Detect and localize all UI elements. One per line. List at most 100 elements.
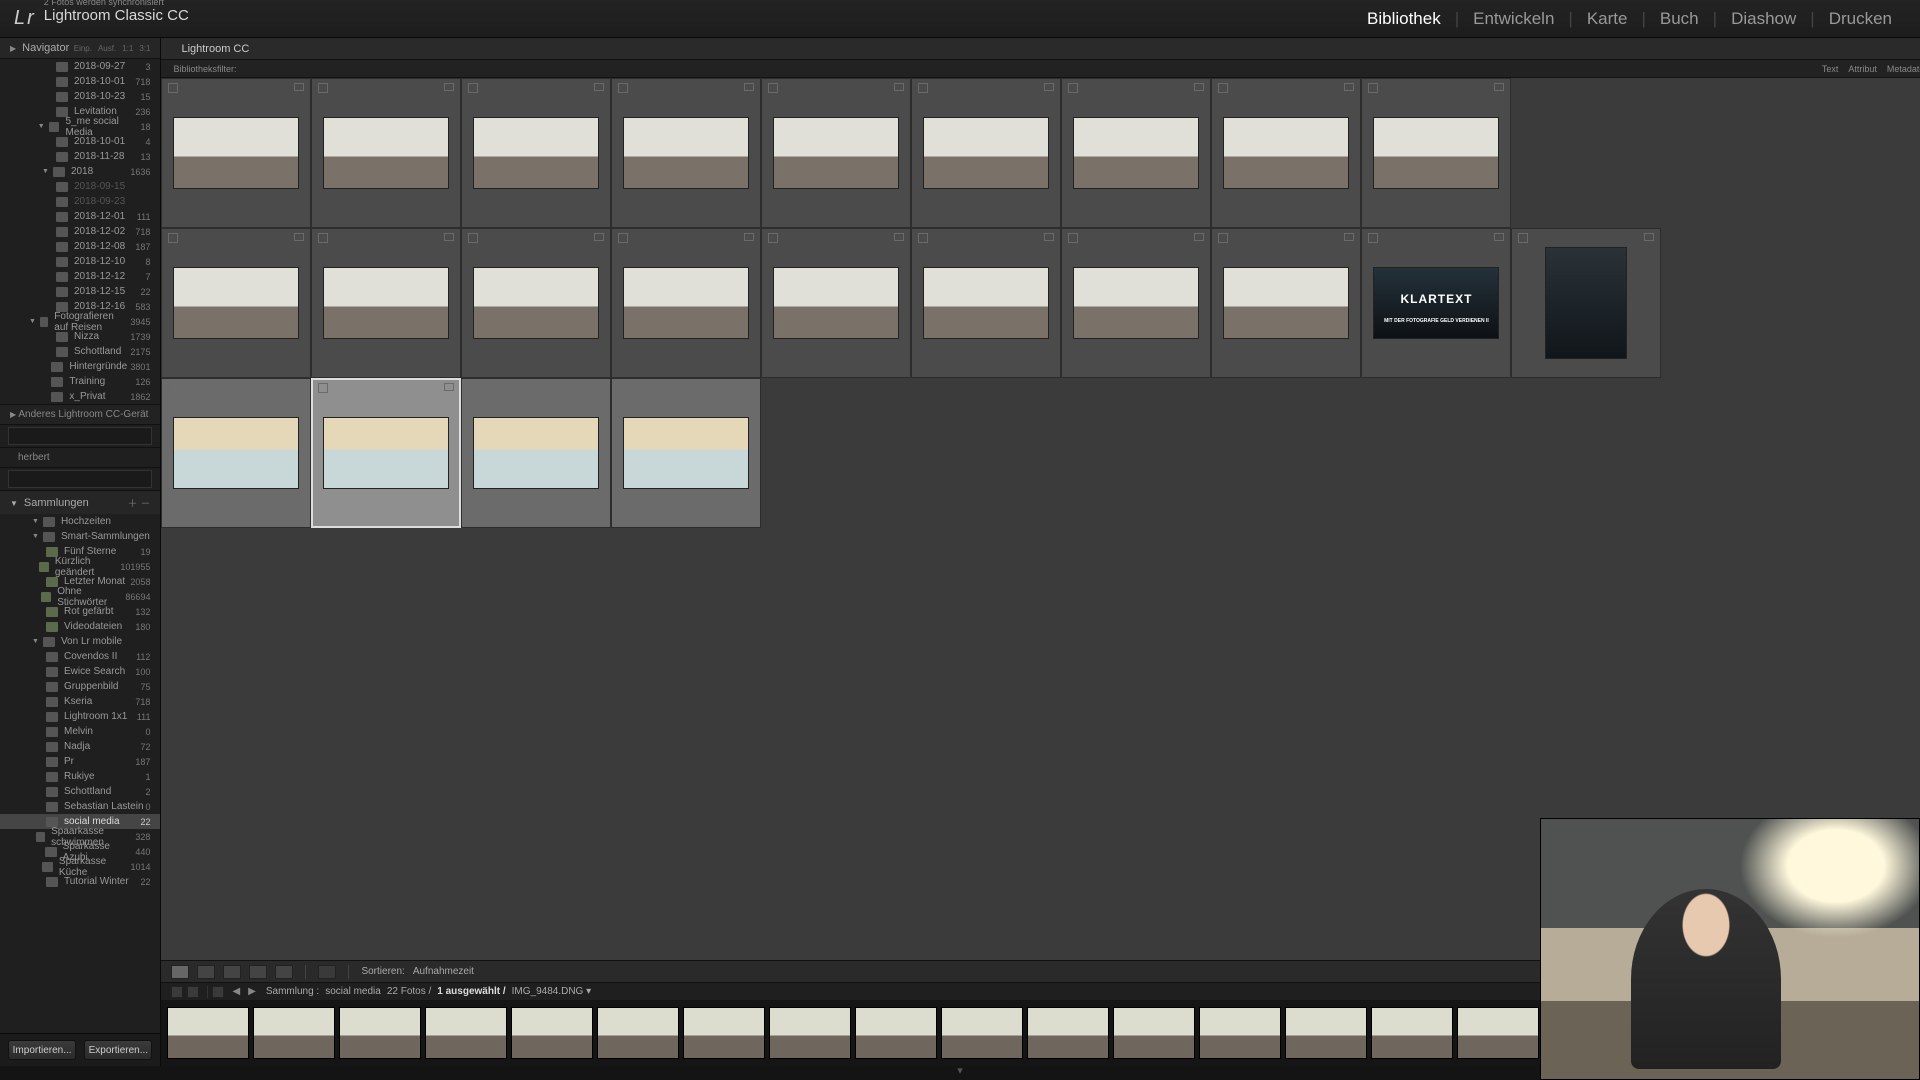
filmstrip-thumb[interactable] xyxy=(1199,1007,1281,1059)
module-develop[interactable]: Entwickeln xyxy=(1459,9,1568,29)
collection-row[interactable]: ▼Von Lr mobile xyxy=(0,634,160,649)
grid-cell[interactable] xyxy=(611,378,761,528)
grid-cell[interactable] xyxy=(1361,78,1511,228)
info-collection-name[interactable]: social media xyxy=(325,986,381,997)
collection-row[interactable]: Videodateien180 xyxy=(0,619,160,634)
view-people-button[interactable] xyxy=(275,965,293,979)
search-input[interactable] xyxy=(8,427,152,445)
breadcrumb[interactable]: Lightroom CC xyxy=(181,43,249,55)
disclosure-icon[interactable] xyxy=(10,497,18,509)
folder-row[interactable]: ▶Training126 xyxy=(0,374,160,389)
filmstrip-thumb[interactable] xyxy=(425,1007,507,1059)
collection-row[interactable]: Lightroom 1x1111 xyxy=(0,709,160,724)
collection-row[interactable]: Nadja72 xyxy=(0,739,160,754)
herbert-row[interactable]: herbert xyxy=(0,447,160,468)
grid-cell[interactable] xyxy=(161,378,311,528)
folder-row[interactable]: 2018-12-108 xyxy=(0,254,160,269)
folder-row[interactable]: 2018-12-08187 xyxy=(0,239,160,254)
filmstrip-thumb[interactable] xyxy=(1371,1007,1453,1059)
other-device-header[interactable]: Anderes Lightroom CC-Gerät xyxy=(0,404,160,425)
filmstrip-thumb[interactable] xyxy=(855,1007,937,1059)
folder-row[interactable]: 2018-09-23 xyxy=(0,194,160,209)
collections-tree[interactable]: ▼Hochzeiten▼Smart-SammlungenFünf Sterne1… xyxy=(0,514,160,1033)
grid-cell[interactable] xyxy=(1211,228,1361,378)
view-survey-button[interactable] xyxy=(249,965,267,979)
collections-add-remove[interactable]: ＋ － xyxy=(128,495,151,510)
collection-row[interactable]: Covendos II112 xyxy=(0,649,160,664)
filmstrip-thumb[interactable] xyxy=(941,1007,1023,1059)
search-input-2[interactable] xyxy=(8,470,152,488)
nav-fwd-icon[interactable]: ▶ xyxy=(248,986,256,997)
disclosure-icon[interactable] xyxy=(10,409,16,420)
filmstrip-thumb[interactable] xyxy=(511,1007,593,1059)
folder-row[interactable]: ▶x_Privat1862 xyxy=(0,389,160,404)
collection-row[interactable]: ▼Smart-Sammlungen xyxy=(0,529,160,544)
grid-cell[interactable] xyxy=(161,228,311,378)
grid-cell[interactable] xyxy=(461,78,611,228)
grid-cell[interactable] xyxy=(761,228,911,378)
nav-mode-3to1[interactable]: 3:1 xyxy=(139,44,150,53)
painter-icon[interactable] xyxy=(318,965,336,979)
folder-tree[interactable]: 2018-09-2732018-10-017182018-10-2315Levi… xyxy=(0,59,160,404)
grid-cell[interactable] xyxy=(611,228,761,378)
module-print[interactable]: Drucken xyxy=(1815,9,1906,29)
collection-row[interactable]: Sebastian Lastein0 xyxy=(0,799,160,814)
view-compare-button[interactable] xyxy=(223,965,241,979)
grid-cell[interactable] xyxy=(911,78,1061,228)
folder-row[interactable]: Schottland2175 xyxy=(0,344,160,359)
filmstrip-thumb[interactable] xyxy=(1027,1007,1109,1059)
collection-row[interactable]: Schottland2 xyxy=(0,784,160,799)
folder-row[interactable]: 2018-12-127 xyxy=(0,269,160,284)
nav-mode-fit[interactable]: Einp. xyxy=(74,44,92,53)
collection-row[interactable]: Ewice Search100 xyxy=(0,664,160,679)
folder-row[interactable]: 2018-12-1522 xyxy=(0,284,160,299)
disclosure-icon[interactable] xyxy=(10,42,16,54)
grid-cell[interactable] xyxy=(1061,228,1211,378)
folder-row[interactable]: 2018-12-02718 xyxy=(0,224,160,239)
folder-row[interactable]: ▼Fotografieren auf Reisen3945 xyxy=(0,314,160,329)
sort-value[interactable]: Aufnahmezeit xyxy=(413,966,474,977)
second-window-icon[interactable] xyxy=(187,986,199,998)
folder-row[interactable]: 2018-10-01718 xyxy=(0,74,160,89)
info-filename[interactable]: IMG_9484.DNG ▾ xyxy=(512,986,592,997)
filter-tab-metadata[interactable]: Metadaten xyxy=(1887,64,1920,74)
collection-row[interactable]: Kseria718 xyxy=(0,694,160,709)
filmstrip-thumb[interactable] xyxy=(339,1007,421,1059)
grid-mode-icon[interactable] xyxy=(212,986,224,998)
collection-row[interactable]: Tutorial Winter22 xyxy=(0,874,160,889)
collection-row[interactable]: Melvin0 xyxy=(0,724,160,739)
grid-cell[interactable]: KLARTEXTMIT DER FOTOGRAFIE GELD VERDIENE… xyxy=(1361,228,1511,378)
filmstrip-thumb[interactable] xyxy=(1113,1007,1195,1059)
view-loupe-button[interactable] xyxy=(197,965,215,979)
filter-tab-text[interactable]: Text xyxy=(1822,64,1839,74)
grid-cell[interactable] xyxy=(461,378,611,528)
module-map[interactable]: Karte xyxy=(1573,9,1642,29)
filmstrip-thumb[interactable] xyxy=(769,1007,851,1059)
grid-cell[interactable] xyxy=(611,78,761,228)
import-button[interactable]: Importieren... xyxy=(8,1040,76,1060)
main-window-icon[interactable] xyxy=(171,986,183,998)
grid-cell[interactable] xyxy=(311,378,461,528)
grid-cell[interactable] xyxy=(1511,228,1661,378)
navigator-header[interactable]: Navigator Einp. Ausf. 1:1 3:1 xyxy=(0,38,160,59)
nav-back-icon[interactable]: ◀ xyxy=(232,986,240,997)
grid-cell[interactable] xyxy=(311,228,461,378)
grid-cell[interactable] xyxy=(761,78,911,228)
grid-cell[interactable] xyxy=(161,78,311,228)
module-slideshow[interactable]: Diashow xyxy=(1717,9,1810,29)
collections-header[interactable]: Sammlungen ＋ － xyxy=(0,490,160,514)
filmstrip-thumb[interactable] xyxy=(683,1007,765,1059)
nav-mode-fill[interactable]: Ausf. xyxy=(98,44,116,53)
filmstrip-thumb[interactable] xyxy=(167,1007,249,1059)
folder-row[interactable]: ▼5_me social Media18 xyxy=(0,119,160,134)
collection-row[interactable]: Rot gefärbt132 xyxy=(0,604,160,619)
collection-row[interactable]: ▼Hochzeiten xyxy=(0,514,160,529)
grid-cell[interactable] xyxy=(911,228,1061,378)
collection-row[interactable]: Ohne Stichwörter86694 xyxy=(0,589,160,604)
collection-row[interactable]: Pr187 xyxy=(0,754,160,769)
folder-row[interactable]: ▼20181636 xyxy=(0,164,160,179)
filmstrip-thumb[interactable] xyxy=(597,1007,679,1059)
filmstrip-thumb[interactable] xyxy=(1285,1007,1367,1059)
folder-row[interactable]: 2018-09-273 xyxy=(0,59,160,74)
filmstrip-thumb[interactable] xyxy=(253,1007,335,1059)
